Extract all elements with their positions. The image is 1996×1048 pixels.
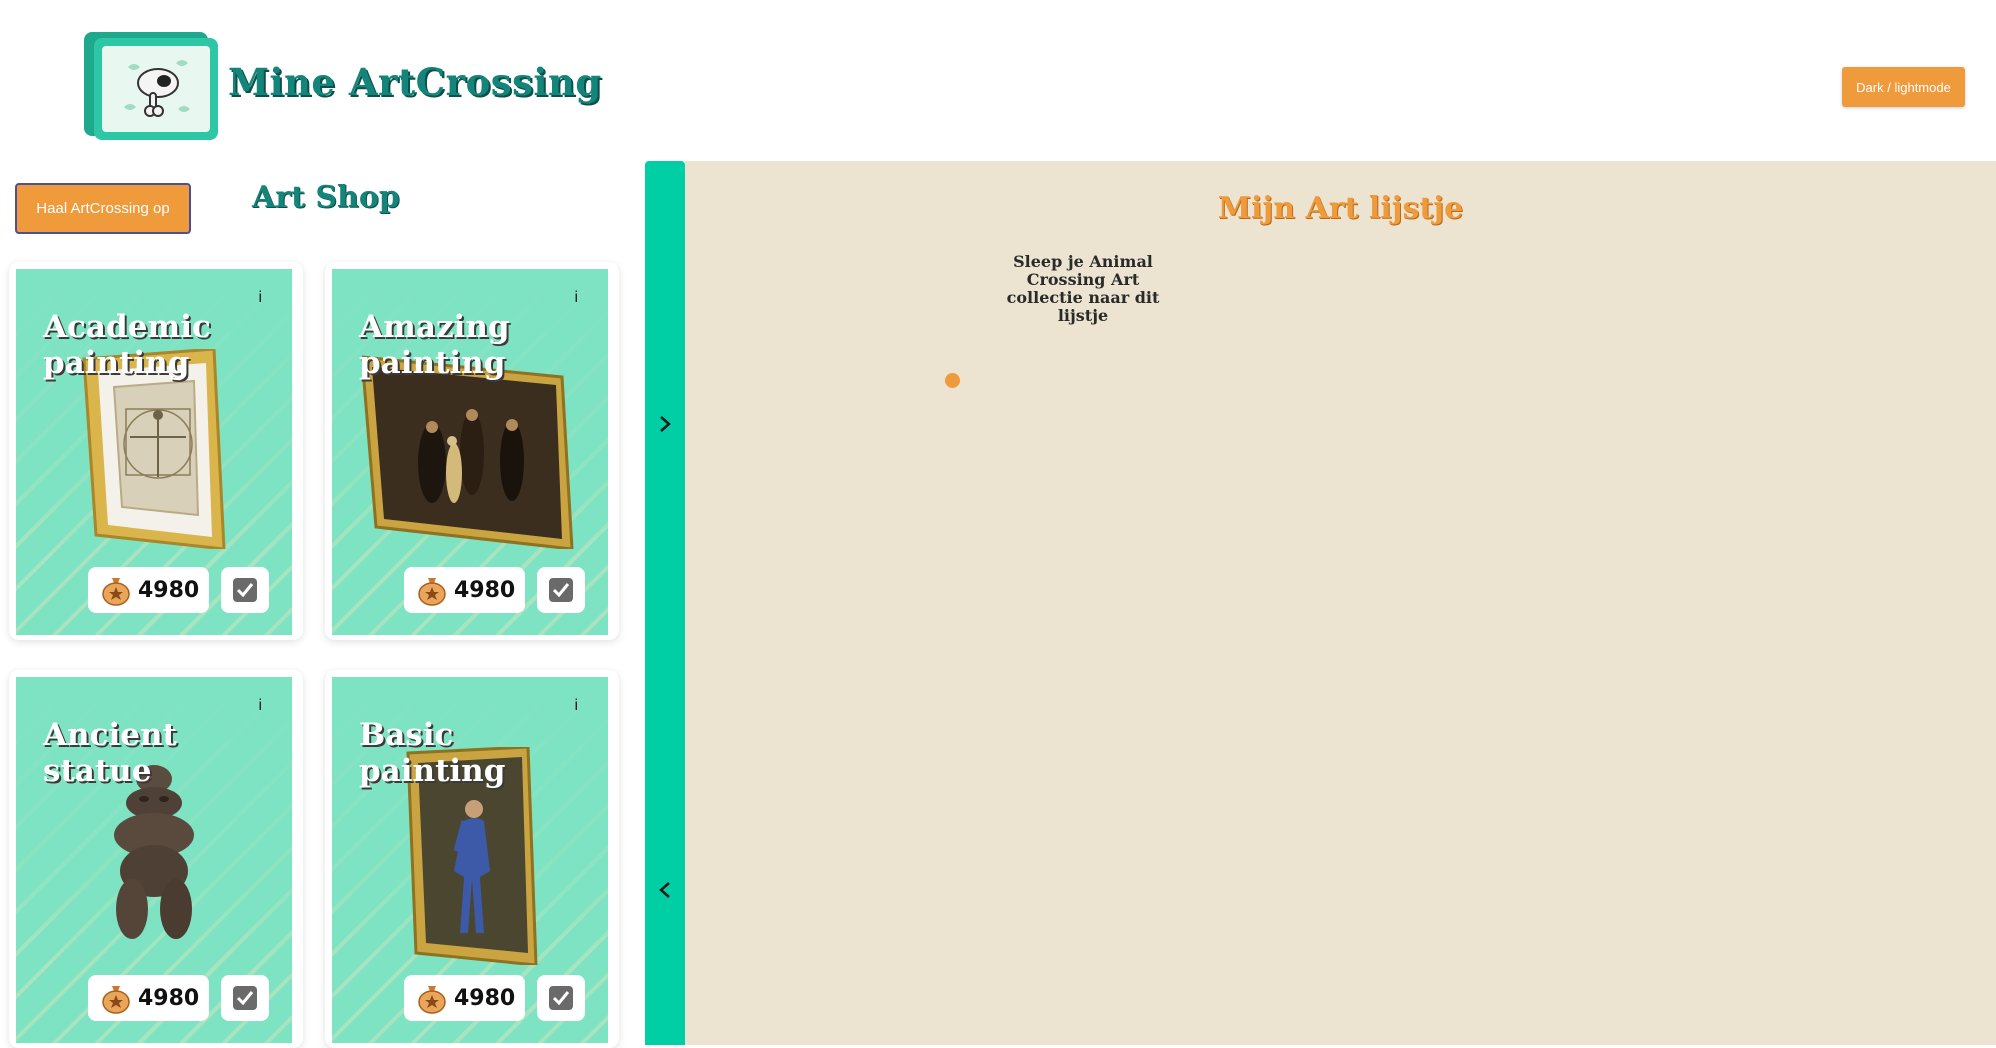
fetch-art-button[interactable]: Haal ArtCrossing op	[15, 183, 191, 234]
checkbox-checked-icon	[233, 986, 257, 1010]
collect-checkbox[interactable]	[221, 567, 269, 613]
price-tag: 4980	[88, 567, 209, 613]
info-button[interactable]: i	[574, 697, 578, 715]
art-card[interactable]: i Basic painting 4980	[325, 670, 619, 1048]
fossil-logo-icon	[124, 60, 190, 117]
collect-checkbox[interactable]	[221, 975, 269, 1021]
art-name: Ancient statue	[43, 717, 177, 789]
theme-toggle-button[interactable]: Dark / lightmode	[1842, 67, 1965, 107]
bell-bag-icon	[102, 986, 130, 1014]
collect-checkbox[interactable]	[537, 975, 585, 1021]
collapse-list-button[interactable]	[645, 870, 685, 910]
price-value: 4980	[138, 985, 200, 1011]
list-bullet	[945, 373, 960, 388]
info-button[interactable]: i	[258, 289, 262, 307]
bell-bag-icon	[418, 578, 446, 606]
art-list-dropzone[interactable]: Mijn Art lijstje Sleep je Animal Crossin…	[685, 161, 1996, 1045]
shop-title: Art Shop	[252, 180, 400, 215]
price-tag: 4980	[404, 567, 525, 613]
art-card[interactable]: i Academic painting 4980	[9, 262, 303, 640]
amazing-painting-image	[362, 355, 574, 549]
collect-checkbox[interactable]	[537, 567, 585, 613]
checkbox-checked-icon	[549, 578, 573, 602]
info-button[interactable]: i	[258, 697, 262, 715]
list-title: Mijn Art lijstje	[1217, 191, 1464, 226]
price-value: 4980	[454, 577, 516, 603]
checkbox-checked-icon	[549, 986, 573, 1010]
info-button[interactable]: i	[574, 289, 578, 307]
checkbox-checked-icon	[233, 578, 257, 602]
list-hint: Sleep je Animal Crossing Art collectie n…	[1006, 252, 1160, 325]
price-value: 4980	[454, 985, 516, 1011]
art-card[interactable]: i Ancient statue 4980	[9, 670, 303, 1048]
price-tag: 4980	[88, 975, 209, 1021]
app-title: Mine ArtCrossing	[228, 60, 602, 104]
price-tag: 4980	[404, 975, 525, 1021]
app-logo	[84, 32, 218, 140]
bell-bag-icon	[418, 986, 446, 1014]
chevron-right-icon	[660, 416, 671, 432]
expand-list-button[interactable]	[645, 404, 685, 444]
bell-bag-icon	[102, 578, 130, 606]
price-value: 4980	[138, 577, 200, 603]
art-card[interactable]: i Amazing painting 4980	[325, 262, 619, 640]
chevron-left-icon	[659, 882, 670, 898]
panel-toggle-bar	[645, 161, 685, 1045]
art-name: Amazing painting	[359, 309, 510, 381]
art-name: Academic painting	[43, 309, 211, 381]
art-name: Basic painting	[359, 717, 506, 789]
